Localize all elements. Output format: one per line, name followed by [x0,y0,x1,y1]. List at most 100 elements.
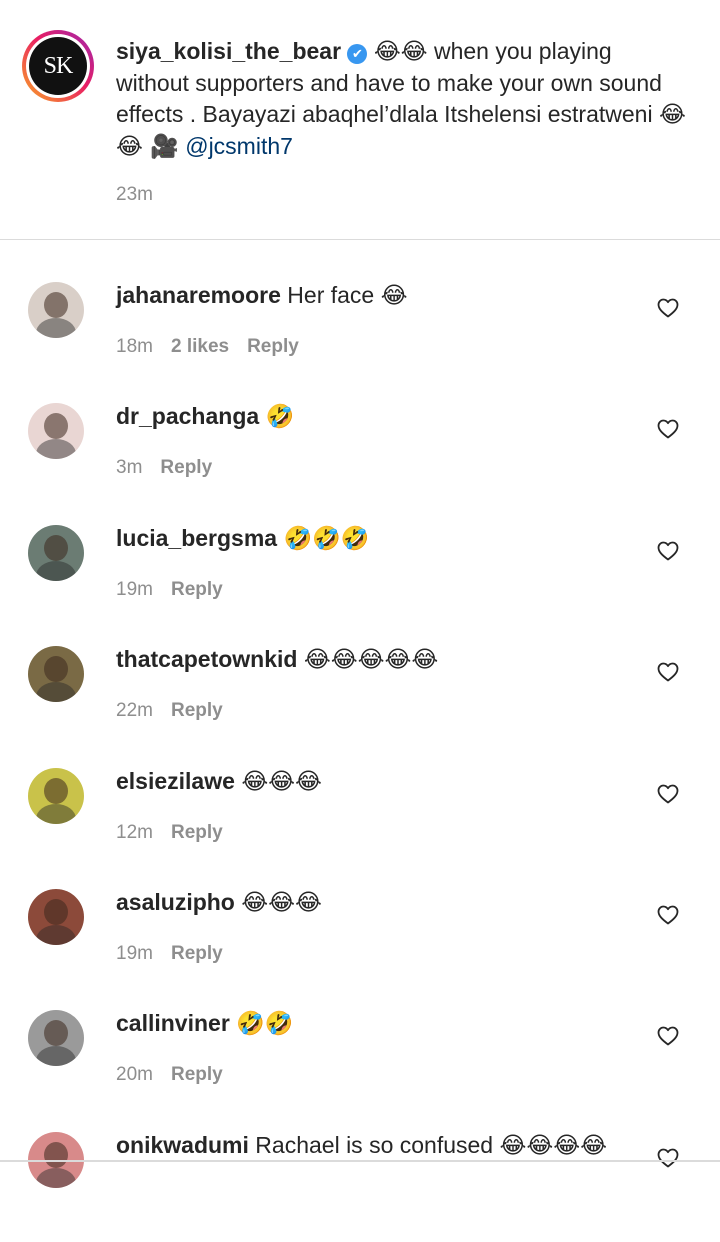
comment-body: Her face [287,282,375,308]
commenter-avatar[interactable] [28,403,84,459]
comment-timestamp: 3m [116,457,143,478]
comment-username[interactable]: callinviner [116,1010,230,1036]
comment-emoji: 😂 [380,283,408,309]
heart-icon-path [657,784,679,804]
comment-username[interactable]: thatcapetownkid [116,646,297,672]
heart-icon[interactable] [656,417,680,441]
comment-timestamp: 20m [116,1064,153,1085]
heart-icon-path [657,298,679,318]
comment-meta: 19m Reply [116,579,241,601]
heart-icon[interactable] [656,539,680,563]
comment-timestamp: 22m [116,700,153,721]
comment-username[interactable]: jahanaremoore [116,282,281,308]
commenter-avatar[interactable] [28,1010,84,1066]
comment-row: jahanaremoore Her face 😂 18m 2 likes Reply [0,282,720,392]
comment-likes-link[interactable]: 2 likes [171,336,229,357]
comment-row: thatcapetownkid 😂😂😂😂😂 22m Reply [0,646,720,756]
comment-row: dr_pachanga 🤣 3m Reply [0,403,720,513]
comment-meta: 22m Reply [116,700,241,722]
post-caption: SK siya_kolisi_the_bear ✔ 😂😂 when you pl… [0,0,720,240]
comment-timestamp: 19m [116,579,153,600]
commenter-avatar[interactable] [28,889,84,945]
commenter-avatar[interactable] [28,646,84,702]
comment-text: callinviner 🤣🤣 [116,1008,636,1039]
comment-text: thatcapetownkid 😂😂😂😂😂 [116,644,636,675]
avatar-face-shape [44,413,68,439]
caption-mention-link[interactable]: @jcsmith7 [185,133,293,159]
heart-icon[interactable] [656,1146,680,1170]
heart-icon-path [657,662,679,682]
comment-meta: 20m Reply [116,1064,241,1086]
commenter-avatar[interactable] [28,282,84,338]
comment-timestamp: 18m [116,336,153,357]
caption-avatar[interactable]: SK [22,30,94,102]
comment-emoji: 😂😂😂 [241,769,322,795]
comment-timestamp: 12m [116,822,153,843]
commenter-avatar[interactable] [28,525,84,581]
reply-button[interactable]: Reply [171,1064,223,1085]
heart-icon[interactable] [656,903,680,927]
comment-emoji: 😂😂😂 [241,890,322,916]
heart-icon-path [657,419,679,439]
comment-meta: 12m Reply [116,822,241,844]
comment-username[interactable]: asaluzipho [116,889,235,915]
comment-meta: 3m Reply [116,457,230,479]
avatar-body-shape [36,1046,76,1066]
verified-badge-icon: ✔ [347,44,368,64]
comment-emoji: 🤣🤣 [236,1011,294,1037]
heart-icon[interactable] [656,296,680,320]
comment-username[interactable]: elsiezilawe [116,768,235,794]
comment-emoji: 😂😂😂😂😂 [303,647,439,673]
avatar-body-shape [36,1168,76,1188]
caption-timestamp: 23m [116,184,153,205]
comment-emoji: 🤣 [265,404,295,430]
comment-username[interactable]: lucia_bergsma [116,525,277,551]
commenter-avatar[interactable] [28,768,84,824]
heart-icon[interactable] [656,782,680,806]
comment-text: dr_pachanga 🤣 [116,401,636,432]
comment-username[interactable]: onikwadumi [116,1132,249,1158]
caption-text: siya_kolisi_the_bear ✔ 😂😂 when you playi… [116,36,686,163]
comment-row: elsiezilawe 😂😂😂 12m Reply [0,768,720,878]
heart-icon-path [657,905,679,925]
avatar-face-shape [44,1020,68,1046]
avatar-body-shape [36,804,76,824]
avatar-face-shape [44,778,68,804]
avatar-body-shape [36,682,76,702]
comment-text: asaluzipho 😂😂😂 [116,887,636,918]
reply-button[interactable]: Reply [247,336,299,357]
comment-emoji: 😂😂😂😂 [499,1133,608,1159]
avatar-body-shape [36,318,76,338]
avatar-face-shape [44,292,68,318]
comment-meta: 19m Reply [116,943,241,965]
heart-icon[interactable] [656,660,680,684]
caption-divider [0,239,720,240]
avatar-face-shape [44,1142,68,1168]
comment-meta: 18m 2 likes Reply [116,336,317,358]
reply-button[interactable]: Reply [171,700,223,721]
comment-row: onikwadumi Rachael is so confused 😂😂😂😂 [0,1132,720,1242]
caption-username[interactable]: siya_kolisi_the_bear [116,38,341,64]
comment-text: elsiezilawe 😂😂😂 [116,766,636,797]
reply-button[interactable]: Reply [171,943,223,964]
comment-row: lucia_bergsma 🤣🤣🤣 19m Reply [0,525,720,635]
avatar-logo: SK [29,37,87,95]
comment-text: jahanaremoore Her face 😂 [116,280,636,311]
reply-button[interactable]: Reply [171,822,223,843]
comment-row: asaluzipho 😂😂😂 19m Reply [0,889,720,999]
avatar-body-shape [36,561,76,581]
heart-icon-path [657,1026,679,1046]
avatar-ring-inner: SK [26,34,90,98]
comment-emoji: 🤣🤣🤣 [283,526,370,552]
heart-icon[interactable] [656,1024,680,1048]
avatar-face-shape [44,656,68,682]
caption-emoji-lead: 😂😂 [373,39,428,65]
comment-row: callinviner 🤣🤣 20m Reply [0,1010,720,1120]
comment-username[interactable]: dr_pachanga [116,403,259,429]
comment-text: lucia_bergsma 🤣🤣🤣 [116,523,636,554]
avatar-body-shape [36,925,76,945]
comment-text: onikwadumi Rachael is so confused 😂😂😂😂 [116,1130,636,1161]
reply-button[interactable]: Reply [160,457,212,478]
heart-icon-path [657,1148,679,1168]
reply-button[interactable]: Reply [171,579,223,600]
